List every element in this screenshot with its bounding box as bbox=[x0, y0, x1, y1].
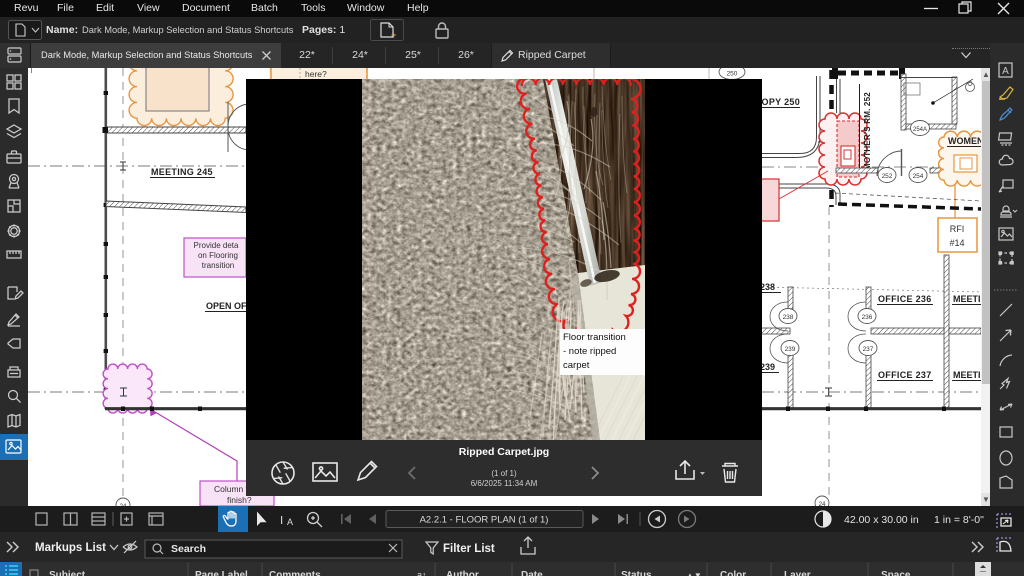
svg-text:Markups List: Markups List bbox=[35, 542, 106, 554]
svg-text:Space: Space bbox=[881, 570, 911, 576]
svg-text:237: 237 bbox=[863, 346, 874, 353]
svg-text:236: 236 bbox=[862, 314, 873, 321]
svg-text:RFI: RFI bbox=[950, 224, 965, 234]
svg-text:1 in = 8'-0": 1 in = 8'-0" bbox=[934, 514, 984, 526]
svg-text:OFFICE 237: OFFICE 237 bbox=[878, 370, 932, 380]
svg-text:239: 239 bbox=[785, 346, 796, 353]
svg-text:▲▼: ▲▼ bbox=[686, 571, 702, 576]
svg-text:carpet: carpet bbox=[563, 360, 590, 371]
svg-text:Comments: Comments bbox=[269, 570, 321, 576]
svg-text:Filter List: Filter List bbox=[443, 543, 495, 555]
svg-text:238: 238 bbox=[760, 282, 775, 292]
svg-text:Column f: Column f bbox=[214, 484, 249, 494]
svg-text:254A: 254A bbox=[913, 127, 927, 133]
svg-text:239: 239 bbox=[760, 362, 775, 372]
svg-text:Author: Author bbox=[446, 570, 479, 576]
svg-text:Ⅰ: Ⅰ bbox=[280, 515, 283, 527]
svg-text:Search: Search bbox=[171, 543, 206, 555]
svg-text:finish?: finish? bbox=[227, 495, 252, 505]
svg-text:252: 252 bbox=[882, 173, 893, 180]
svg-text:254: 254 bbox=[913, 173, 924, 180]
svg-text:238: 238 bbox=[783, 314, 794, 321]
svg-text:- note ripped: - note ripped bbox=[563, 346, 616, 357]
svg-text:on Flooring: on Flooring bbox=[198, 251, 238, 260]
svg-text:MEETING 245: MEETING 245 bbox=[151, 167, 213, 177]
svg-text:A: A bbox=[287, 517, 293, 527]
svg-text:A: A bbox=[1002, 66, 1009, 77]
svg-text:Layer: Layer bbox=[784, 570, 811, 576]
svg-text:here?: here? bbox=[305, 69, 327, 79]
svg-text:OFFICE 236: OFFICE 236 bbox=[878, 294, 932, 304]
svg-text:#14: #14 bbox=[949, 238, 964, 248]
svg-text:Provide deta: Provide deta bbox=[194, 241, 239, 250]
svg-text:Floor transition: Floor transition bbox=[563, 332, 626, 343]
svg-text:A2.2.1 - FLOOR PLAN (1 of 1): A2.2.1 - FLOOR PLAN (1 of 1) bbox=[420, 515, 549, 526]
svg-text:+: + bbox=[391, 30, 396, 40]
svg-text:a↑: a↑ bbox=[417, 570, 427, 576]
svg-text:Subject: Subject bbox=[49, 570, 86, 576]
svg-text:Page Label: Page Label bbox=[195, 570, 248, 576]
svg-text:Color: Color bbox=[720, 570, 746, 576]
svg-text:MEETI: MEETI bbox=[953, 294, 981, 304]
svg-text:Date: Date bbox=[521, 570, 543, 576]
svg-text:Status: Status bbox=[621, 570, 652, 576]
svg-text:MOTHER’S RM. 252: MOTHER’S RM. 252 bbox=[863, 92, 872, 170]
svg-text:WOMEN: WOMEN bbox=[948, 136, 981, 146]
svg-text:42.00 x 30.00 in: 42.00 x 30.00 in bbox=[844, 514, 919, 526]
svg-text:MEETI: MEETI bbox=[953, 370, 981, 380]
svg-text:250: 250 bbox=[727, 71, 738, 78]
svg-text:transition: transition bbox=[202, 261, 234, 270]
svg-text:OPEN OF: OPEN OF bbox=[206, 301, 247, 311]
